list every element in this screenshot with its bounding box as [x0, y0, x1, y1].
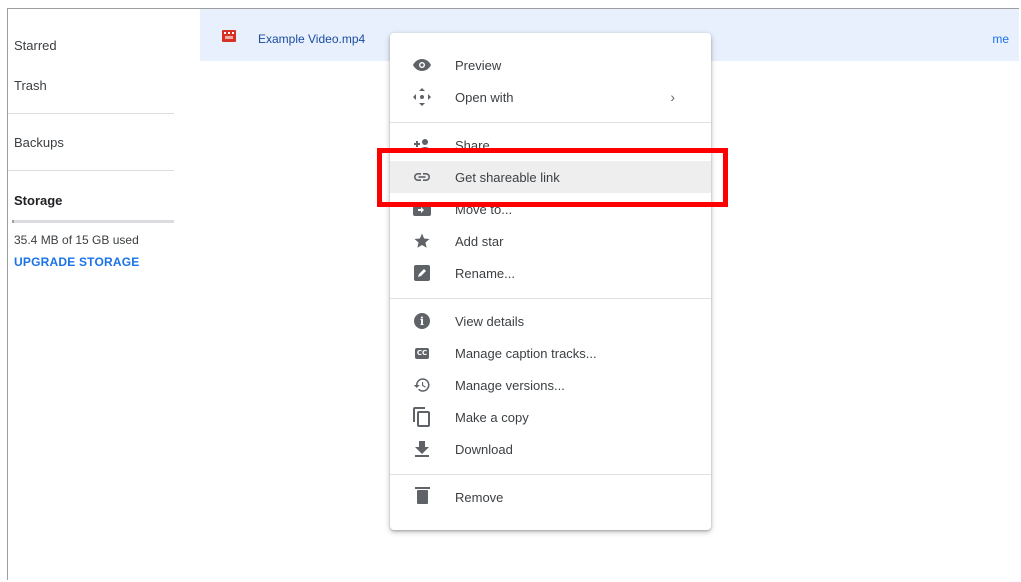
copy-icon	[412, 407, 432, 427]
eye-icon	[412, 55, 432, 75]
menu-item-label: Make a copy	[455, 409, 529, 425]
video-file-icon	[222, 30, 236, 42]
sidebar-item-starred[interactable]: Starred	[14, 38, 57, 53]
move-arrows-icon	[412, 87, 432, 107]
menu-item-label: Rename...	[455, 265, 515, 281]
upgrade-storage-link[interactable]: UPGRADE STORAGE	[14, 255, 139, 269]
storage-progress-bar	[12, 220, 174, 223]
menu-item-manage-caption-tracks[interactable]: CC Manage caption tracks...	[390, 337, 711, 369]
link-icon	[412, 167, 432, 187]
menu-item-view-details[interactable]: i View details	[390, 305, 711, 337]
file-owner: me	[992, 32, 1009, 46]
menu-item-download[interactable]: Download	[390, 433, 711, 465]
closed-caption-icon: CC	[415, 347, 429, 359]
menu-item-rename[interactable]: Rename...	[390, 257, 711, 289]
chevron-right-icon: ›	[670, 89, 675, 105]
menu-item-label: Get shareable link	[455, 169, 560, 185]
sidebar-divider	[8, 113, 174, 114]
menu-item-share[interactable]: Share	[390, 129, 711, 161]
folder-move-icon	[412, 199, 432, 219]
menu-item-label: Open with	[455, 89, 514, 105]
info-icon: i	[412, 311, 432, 331]
download-icon	[412, 439, 432, 459]
person-add-icon	[412, 135, 432, 155]
menu-item-get-shareable-link[interactable]: Get shareable link	[390, 161, 711, 193]
storage-progress-fill	[12, 220, 14, 223]
sidebar: Starred Trash Backups Storage 35.4 MB of…	[8, 9, 178, 581]
storage-used-text: 35.4 MB of 15 GB used	[14, 233, 139, 247]
menu-item-label: Move to...	[455, 201, 513, 217]
sidebar-item-backups[interactable]: Backups	[14, 135, 64, 150]
menu-item-remove[interactable]: Remove	[390, 481, 711, 513]
edit-icon	[412, 263, 432, 283]
menu-separator	[390, 474, 711, 475]
menu-item-open-with[interactable]: Open with ›	[390, 81, 711, 113]
menu-item-preview[interactable]: Preview	[390, 49, 711, 81]
sidebar-item-storage[interactable]: Storage	[14, 193, 62, 208]
sidebar-divider	[8, 170, 174, 171]
menu-item-label: Preview	[455, 57, 502, 73]
menu-item-label: Remove	[455, 489, 504, 505]
menu-item-label: Download	[455, 441, 513, 457]
menu-separator	[390, 298, 711, 299]
menu-item-label: Manage versions...	[455, 377, 565, 393]
sidebar-item-trash[interactable]: Trash	[14, 78, 47, 93]
menu-item-label: Add star	[455, 233, 504, 249]
menu-item-add-star[interactable]: Add star	[390, 225, 711, 257]
menu-item-label: Manage caption tracks...	[455, 345, 597, 361]
context-menu: Preview Open with › Share Get shareable …	[390, 33, 711, 530]
trash-icon	[412, 487, 432, 507]
star-icon	[412, 231, 432, 251]
menu-item-move-to[interactable]: Move to...	[390, 193, 711, 225]
menu-item-manage-versions[interactable]: Manage versions...	[390, 369, 711, 401]
menu-separator	[390, 122, 711, 123]
menu-item-make-a-copy[interactable]: Make a copy	[390, 401, 711, 433]
file-name: Example Video.mp4	[258, 32, 366, 46]
menu-item-label: Share	[455, 137, 490, 153]
menu-item-label: View details	[455, 313, 525, 329]
history-icon	[412, 375, 432, 395]
